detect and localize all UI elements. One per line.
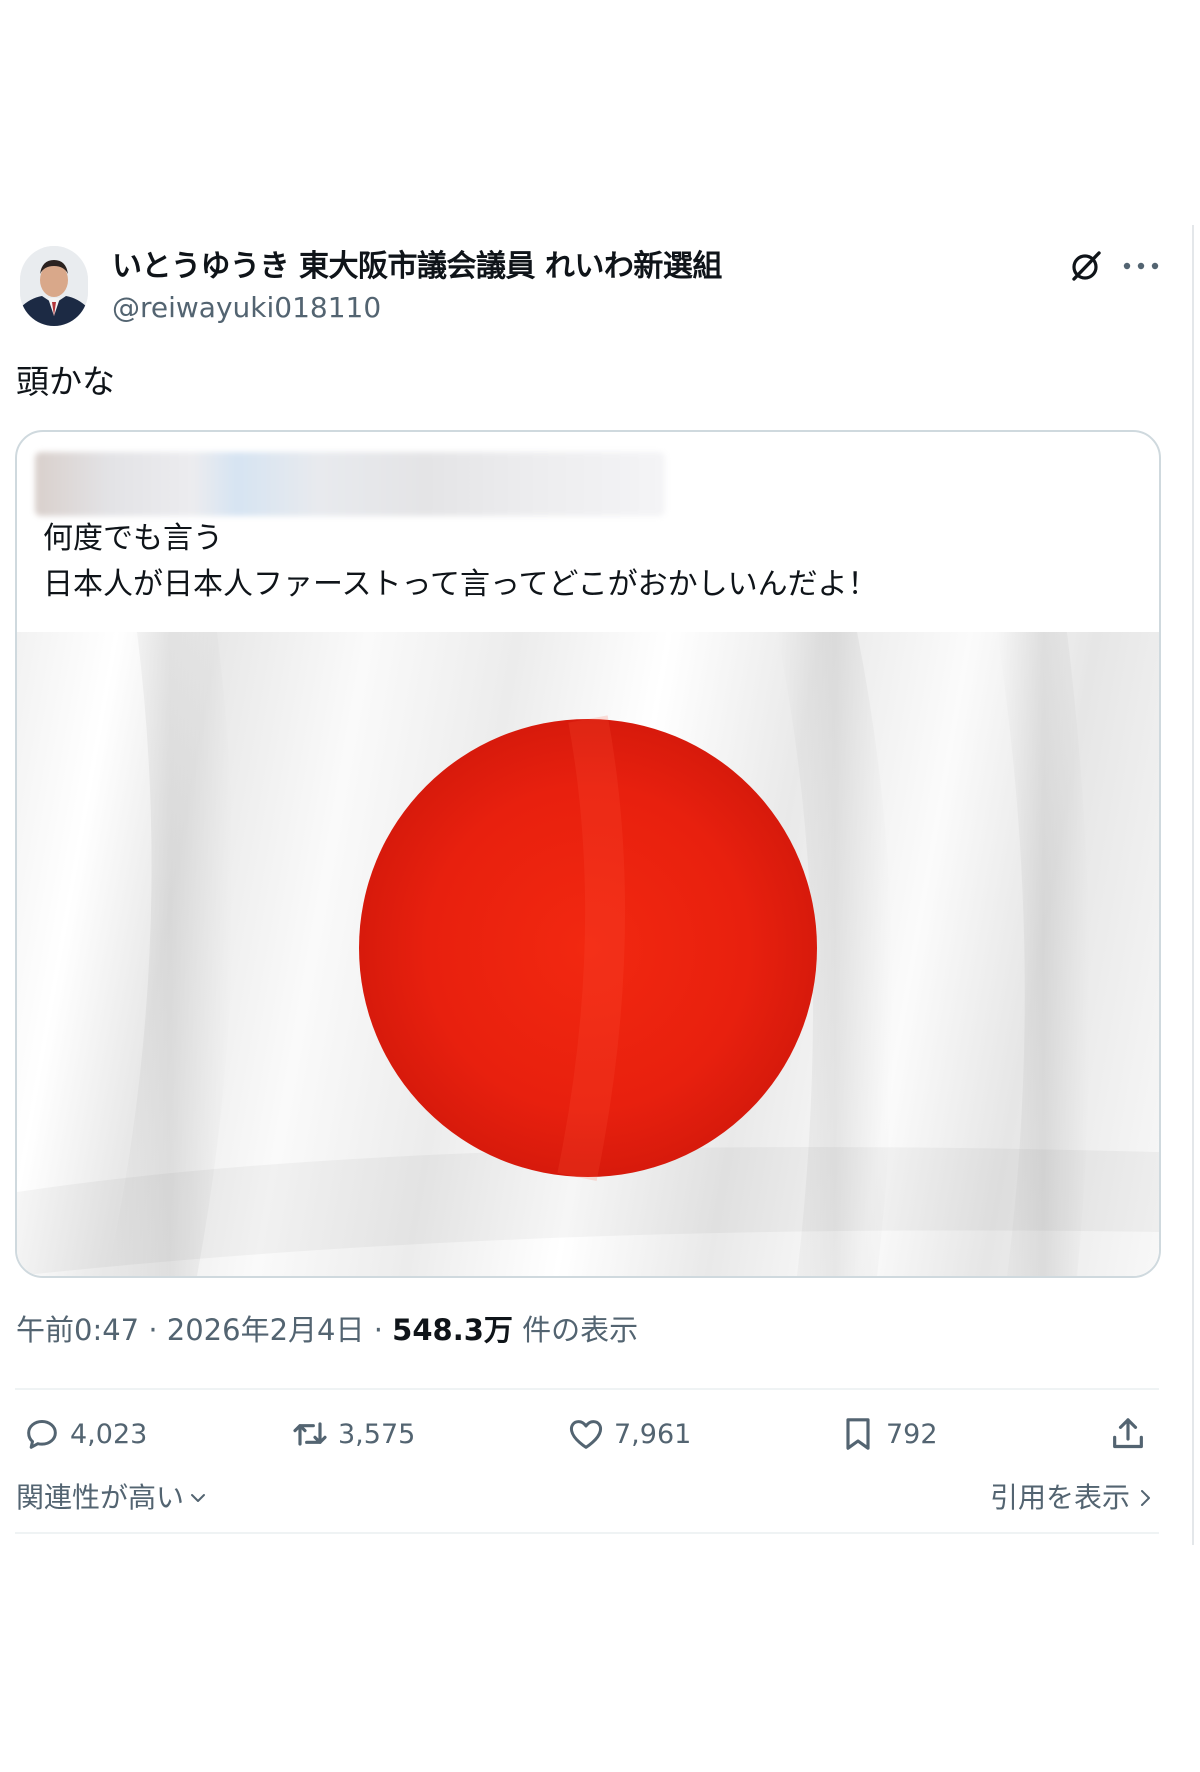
chevron-right-icon [1141,1490,1151,1506]
quoted-post-text: 何度でも言う 日本人が日本人ファーストって言ってどこがおかしいんだよ！ [43,516,878,608]
quoted-text-line: 何度でも言う [43,521,223,556]
bookmark-button[interactable]: 792 [838,1412,938,1456]
repost-button[interactable]: 3,575 [290,1412,415,1456]
more-icon[interactable] [1120,248,1162,284]
view-count: 548.3万 [392,1313,513,1347]
post-text: 頭かな [16,362,115,401]
quoted-post-image-japan-flag[interactable] [17,632,1159,1276]
quoted-post-card[interactable]: 何度でも言う 日本人が日本人ファーストって言ってどこがおかしいんだよ！ [15,430,1161,1278]
share-button[interactable] [1108,1412,1148,1456]
like-count: 7,961 [614,1418,692,1450]
divider [15,1532,1159,1534]
sort-replies-dropdown[interactable]: 関連性が高い [16,1478,208,1518]
reply-button[interactable]: 4,023 [22,1412,147,1456]
meta-separator: · [373,1313,383,1347]
grok-icon[interactable] [1068,248,1104,284]
view-quotes-link[interactable]: 引用を表示 [990,1478,1154,1518]
post-time[interactable]: 午前0:47 [16,1313,139,1347]
heart-icon [569,1420,603,1449]
meta-separator: · [148,1313,158,1347]
view-count-label: 件の表示 [522,1313,639,1347]
reply-count: 4,023 [70,1418,148,1450]
chevron-down-icon [191,1494,206,1502]
view-quotes-label: 引用を表示 [990,1481,1131,1514]
repost-icon [293,1422,327,1446]
like-button[interactable]: 7,961 [566,1412,691,1456]
column-edge [1192,225,1194,1545]
post-metadata: 午前0:47 · 2026年2月4日 · 548.3万 件の表示 [16,1310,638,1350]
repost-count: 3,575 [338,1418,416,1450]
sort-label: 関連性が高い [16,1481,185,1514]
quoted-author-blurred [35,452,665,516]
bookmark-count: 792 [886,1418,938,1450]
author-display-name[interactable]: いとうゆうき 東大阪市議会議員 れいわ新選組 [112,248,722,286]
bookmark-icon [846,1418,870,1450]
post-date[interactable]: 2026年2月4日 [167,1313,365,1347]
quoted-text-line: 日本人が日本人ファーストって言ってどこがおかしいんだよ！ [43,567,878,602]
avatar[interactable] [20,246,88,326]
author-handle[interactable]: @reiwayuki018110 [112,290,381,326]
share-icon [1113,1418,1143,1449]
reply-icon [27,1420,57,1449]
divider [15,1388,1159,1390]
